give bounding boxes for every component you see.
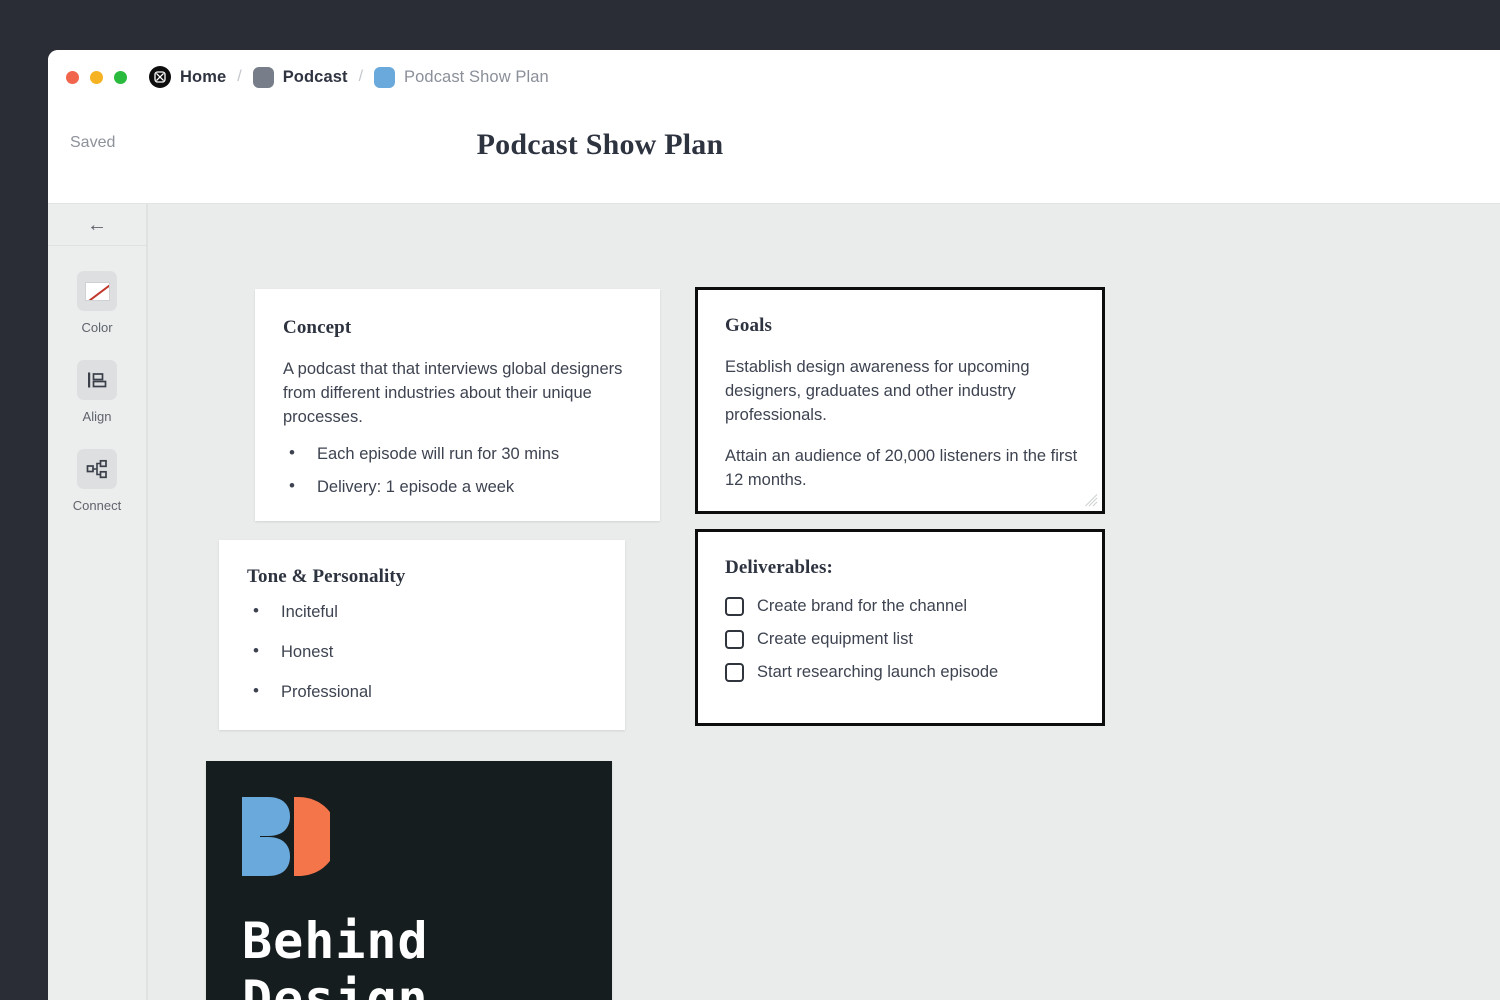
board-canvas[interactable]: Concept A podcast that that interviews g… <box>147 204 1500 1000</box>
align-left-icon <box>77 360 117 400</box>
breadcrumb-label-home: Home <box>180 68 226 87</box>
minimize-button[interactable] <box>90 71 103 84</box>
breadcrumb-item-podcast-show-plan[interactable]: Podcast Show Plan <box>374 67 549 88</box>
card-title-goals: Goals <box>725 315 1078 337</box>
card-brand-logo[interactable]: Behind Design <box>206 761 612 1000</box>
card-bullet-list: Inciteful Honest Professional <box>247 601 601 703</box>
card-paragraph: Attain an audience of 20,000 listeners i… <box>725 444 1078 492</box>
sidebar-tool-connect[interactable]: Connect <box>73 449 121 513</box>
breadcrumb-item-home[interactable]: Home <box>149 66 226 88</box>
breadcrumb-label-podcast: Podcast <box>283 68 348 87</box>
sidebar-tool-label-align: Align <box>83 409 112 424</box>
sidebar-tool-label-color: Color <box>81 320 112 335</box>
breadcrumb-separator: / <box>235 68 243 86</box>
brand-logo-line-1: Behind <box>242 912 612 970</box>
card-tone-personality[interactable]: Tone & Personality Inciteful Honest Prof… <box>219 540 625 730</box>
breadcrumb-label-current: Podcast Show Plan <box>404 68 549 87</box>
card-concept[interactable]: Concept A podcast that that interviews g… <box>255 289 660 521</box>
list-item: Professional <box>247 681 601 703</box>
back-button[interactable]: ← <box>48 204 146 246</box>
card-paragraph: A podcast that that interviews global de… <box>283 357 634 429</box>
resize-handle[interactable] <box>1085 494 1098 507</box>
card-bullet-list: Each episode will run for 30 mins Delive… <box>283 443 634 498</box>
checklist-label: Create brand for the channel <box>757 597 967 616</box>
list-item: Honest <box>247 641 601 663</box>
breadcrumb-separator: / <box>357 68 365 86</box>
list-item: Each episode will run for 30 mins <box>283 443 634 465</box>
board-square-icon <box>374 67 395 88</box>
board-square-icon <box>253 67 274 88</box>
connect-nodes-icon <box>77 449 117 489</box>
checklist-label: Start researching launch episode <box>757 663 998 682</box>
list-item: Inciteful <box>247 601 601 623</box>
brand-logo-line-2: Design <box>242 970 612 1000</box>
card-deliverables[interactable]: Deliverables: Create brand for the chann… <box>695 529 1105 726</box>
document-header: Saved Podcast Show Plan <box>48 104 1500 204</box>
arrow-left-icon: ← <box>87 215 107 235</box>
checkbox[interactable] <box>725 597 744 616</box>
sidebar-tool-label-connect: Connect <box>73 498 121 513</box>
milanote-logo-icon <box>149 66 171 88</box>
sidebar-tool-color[interactable]: Color <box>77 271 117 335</box>
card-title-deliverables: Deliverables: <box>725 557 1078 579</box>
color-swatch-icon <box>77 271 117 311</box>
card-title-concept: Concept <box>283 317 634 339</box>
list-item: Delivery: 1 episode a week <box>283 476 634 498</box>
sidebar-tool-align[interactable]: Align <box>77 360 117 424</box>
tool-sidebar: ← Color Align <box>48 204 147 1000</box>
page-title: Podcast Show Plan <box>48 128 1152 162</box>
checkbox[interactable] <box>725 663 744 682</box>
card-paragraph: Establish design awareness for upcoming … <box>725 355 1078 427</box>
card-goals[interactable]: Goals Establish design awareness for upc… <box>695 287 1105 514</box>
title-bar: Home / Podcast / Podcast Show Plan <box>48 50 1500 104</box>
checklist-item[interactable]: Create brand for the channel <box>725 597 1078 616</box>
close-button[interactable] <box>66 71 79 84</box>
checklist-item[interactable]: Create equipment list <box>725 630 1078 649</box>
app-window: Home / Podcast / Podcast Show Plan Saved… <box>48 50 1500 1000</box>
body-area: ← Color Align <box>48 204 1500 1000</box>
window-controls <box>66 71 127 84</box>
checklist-label: Create equipment list <box>757 630 913 649</box>
breadcrumb: Home / Podcast / Podcast Show Plan <box>149 66 549 88</box>
card-title-tone: Tone & Personality <box>247 566 601 588</box>
checklist-item[interactable]: Start researching launch episode <box>725 663 1078 682</box>
breadcrumb-item-podcast[interactable]: Podcast <box>253 67 348 88</box>
maximize-button[interactable] <box>114 71 127 84</box>
checkbox[interactable] <box>725 630 744 649</box>
brand-monogram-icon <box>242 797 330 883</box>
